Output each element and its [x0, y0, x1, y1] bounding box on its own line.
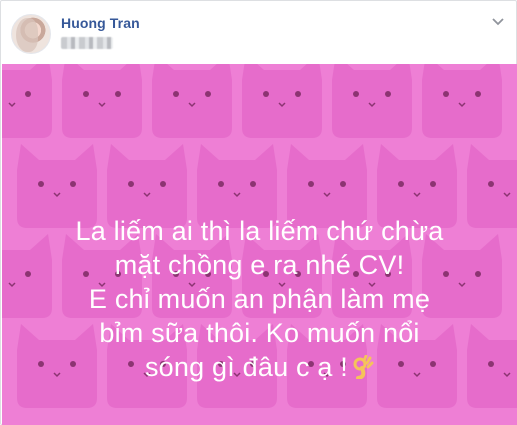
post-options-button[interactable] — [489, 15, 507, 29]
status-line-last: sóng gì đâu c ạ ! — [2, 350, 517, 384]
facebook-post-card: Huong Tran La liếm ai thì la liếm chứ ch… — [0, 0, 517, 425]
status-message: La liếm ai thì la liếm chứ chừa mặt chồn… — [2, 214, 517, 384]
status-line: bỉm sữa thôi. Ko muốn nổi — [99, 318, 420, 348]
status-line: La liếm ai thì la liếm chứ chừa — [75, 216, 444, 246]
author-avatar[interactable] — [11, 14, 51, 54]
post-header: Huong Tran — [1, 1, 517, 64]
ok-hand-icon — [353, 355, 374, 379]
status-background: La liếm ai thì la liếm chứ chừa mặt chồn… — [2, 64, 517, 425]
avatar-photo — [16, 18, 38, 52]
post-timestamp-blurred — [61, 37, 113, 49]
status-line: sóng gì đâu c ạ ! — [144, 352, 349, 382]
status-line: mặt chồng e ra nhé CV! — [114, 250, 405, 280]
author-name[interactable]: Huong Tran — [61, 15, 140, 31]
chevron-down-icon — [492, 18, 504, 26]
status-line: E chỉ muốn an phận làm mẹ — [88, 284, 431, 314]
